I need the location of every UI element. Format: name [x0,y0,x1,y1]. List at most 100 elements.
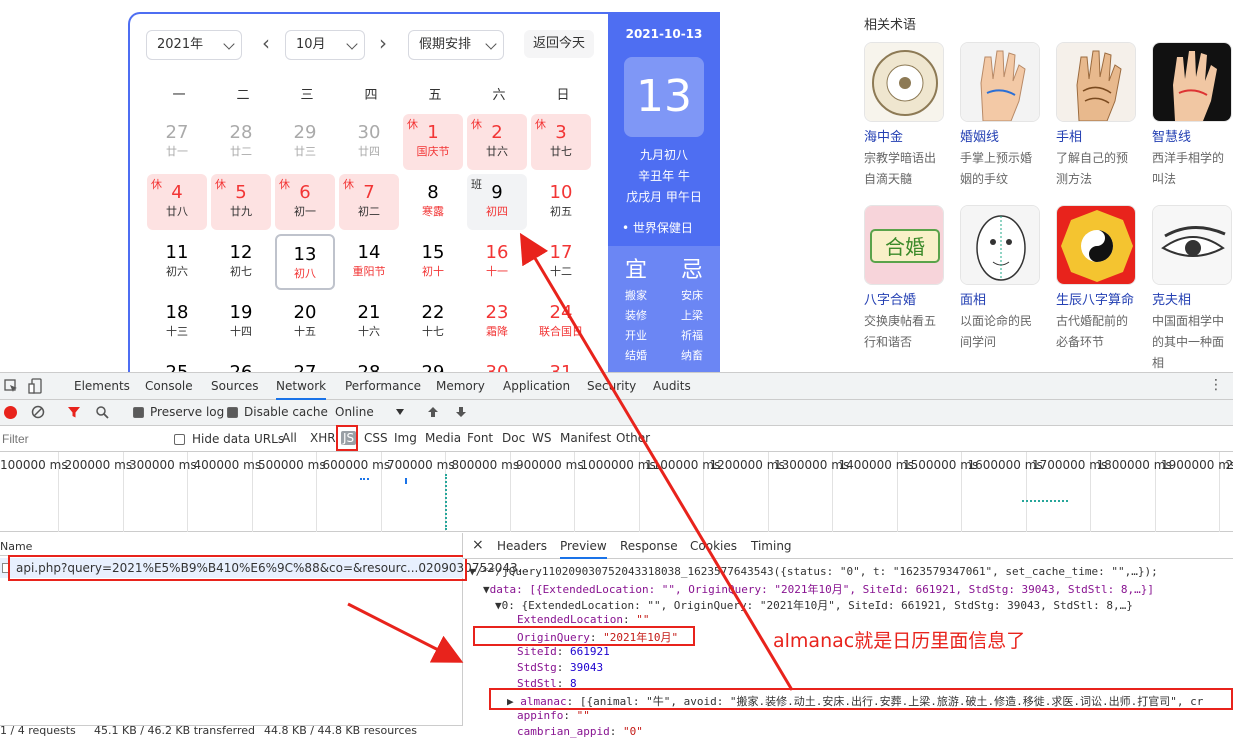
devtools-tab[interactable]: Network [276,373,326,400]
throttle-select[interactable]: Online [335,405,374,419]
type-filter[interactable]: All [282,431,297,445]
month-select[interactable]: 10月 [285,30,365,60]
palm-icon[interactable] [960,42,1040,122]
related-term-card[interactable]: 克夫相中国面相学中的其中一种面相 [1152,205,1233,374]
preview-line-1[interactable]: ▼/**/jQuery110209030752043318038_1623577… [469,565,1158,578]
related-term-name[interactable]: 婚姻线 [960,128,1042,148]
day-cell[interactable]: 10初五 [531,174,591,230]
holiday-select[interactable]: 假期安排 [408,30,504,60]
day-cell[interactable]: 23霜降 [467,294,527,350]
type-filter[interactable]: WS [532,431,551,445]
related-term-card[interactable]: 婚姻线手掌上预示婚姻的手纹 [960,42,1042,190]
day-cell[interactable]: 21十六 [339,294,399,350]
day-cell[interactable]: 休7初二 [339,174,399,230]
type-filter[interactable]: Img [394,431,417,445]
day-cell[interactable]: 8寒露 [403,174,463,230]
more-options-icon[interactable]: ⋮ [1209,378,1223,392]
related-term-card[interactable]: 海中金宗教学暗语出自滴天髓 [864,42,946,190]
bagua-icon[interactable] [1056,205,1136,285]
type-filter[interactable]: Manifest [560,431,611,445]
devtools-tab[interactable]: Elements [74,373,130,400]
palm-chart-icon[interactable] [1056,42,1136,122]
related-term-card[interactable]: 合婚八字合婚交换庚帖看五行和谐否 [864,205,946,353]
devtools-tab[interactable]: Security [587,373,636,400]
related-term-card[interactable]: 智慧线西洋手相学的叫法 [1152,42,1233,190]
day-cell[interactable]: 13初八 [275,234,335,290]
next-month-button[interactable]: › [373,30,393,58]
related-term-name[interactable]: 面相 [960,291,1042,311]
year-select[interactable]: 2021年 [146,30,242,60]
related-term-name[interactable]: 海中金 [864,128,946,148]
close-detail-icon[interactable]: × [472,537,484,553]
prev-month-button[interactable]: ‹ [256,30,276,58]
type-filter[interactable]: XHR [310,431,336,445]
day-cell[interactable]: 16十一 [467,234,527,290]
day-cell[interactable]: 休6初一 [275,174,335,230]
record-icon[interactable] [4,406,17,419]
related-term-name[interactable]: 智慧线 [1152,128,1233,148]
detail-tab[interactable]: Headers [497,533,547,559]
day-cell[interactable]: 12初七 [211,234,271,290]
devtools-tab[interactable]: Memory [436,373,485,400]
day-cell[interactable]: 20十五 [275,294,335,350]
day-cell[interactable]: 休5廿九 [211,174,271,230]
day-cell[interactable]: 28廿二 [211,114,271,170]
device-toolbar-icon[interactable] [28,378,44,394]
day-cell[interactable]: 14重阳节 [339,234,399,290]
type-filter[interactable]: Media [425,431,461,445]
type-filter[interactable]: CSS [364,431,388,445]
day-cell[interactable]: 22十七 [403,294,463,350]
detail-tab[interactable]: Timing [751,533,792,559]
day-cell[interactable]: 休4廿八 [147,174,207,230]
disable-cache-checkbox[interactable] [227,407,238,418]
day-cell[interactable]: 24联合国日 [531,294,591,350]
day-cell[interactable]: 15初十 [403,234,463,290]
related-term-card[interactable]: 面相以面论命的民间学问 [960,205,1042,353]
type-filter[interactable]: Font [467,431,493,445]
eye-icon[interactable] [1152,205,1232,285]
day-cell[interactable]: 班9初四 [467,174,527,230]
detail-tab[interactable]: Cookies [690,533,737,559]
related-term-card[interactable]: 生辰八字算命古代婚配前的必备环节 [1056,205,1138,353]
import-har-icon[interactable] [427,405,439,419]
related-term-name[interactable]: 手相 [1056,128,1138,148]
day-cell[interactable]: 29廿三 [275,114,335,170]
network-timeline[interactable]: 100000 ms200000 ms300000 ms400000 ms5000… [0,452,1233,532]
filter-input[interactable] [0,430,160,448]
devtools-tab[interactable]: Console [145,373,193,400]
detail-tab[interactable]: Response [620,533,678,559]
day-cell[interactable]: 19十四 [211,294,271,350]
day-cell[interactable]: 休3廿七 [531,114,591,170]
related-term-name[interactable]: 八字合婚 [864,291,946,311]
day-cell[interactable]: 27廿一 [147,114,207,170]
preview-line-item0[interactable]: ▼0: {ExtendedLocation: "", OriginQuery: … [495,597,1133,613]
related-term-name[interactable]: 克夫相 [1152,291,1233,311]
filter-icon[interactable] [67,405,81,419]
day-cell[interactable]: 休1国庆节 [403,114,463,170]
detail-tab[interactable]: Preview [560,533,607,559]
day-cell[interactable]: 休2廿六 [467,114,527,170]
compass-icon[interactable] [864,42,944,122]
type-filter[interactable]: Other [616,431,650,445]
export-har-icon[interactable] [455,405,467,419]
preview-line-data[interactable]: ▼data: [{ExtendedLocation: "", OriginQue… [483,581,1154,597]
related-term-name[interactable]: 生辰八字算命 [1056,291,1138,311]
related-term-card[interactable]: 手相了解自己的预测方法 [1056,42,1138,190]
day-cell[interactable]: 17十二 [531,234,591,290]
devtools-tab[interactable]: Application [503,373,570,400]
day-cell[interactable]: 30廿四 [339,114,399,170]
day-cell[interactable]: 11初六 [147,234,207,290]
search-icon[interactable] [95,405,109,419]
devtools-tab[interactable]: Sources [211,373,258,400]
type-filter[interactable]: Doc [502,431,525,445]
preserve-log-checkbox[interactable] [133,407,144,418]
dark-palm-icon[interactable] [1152,42,1232,122]
face-chart-icon[interactable] [960,205,1040,285]
marriage-icon[interactable]: 合婚 [864,205,944,285]
devtools-tab[interactable]: Audits [653,373,691,400]
clear-icon[interactable] [31,405,45,419]
inspect-icon[interactable] [4,379,18,393]
day-cell[interactable]: 18十三 [147,294,207,350]
devtools-tab[interactable]: Performance [345,373,421,400]
back-to-today-button[interactable]: 返回今天 [524,30,594,58]
